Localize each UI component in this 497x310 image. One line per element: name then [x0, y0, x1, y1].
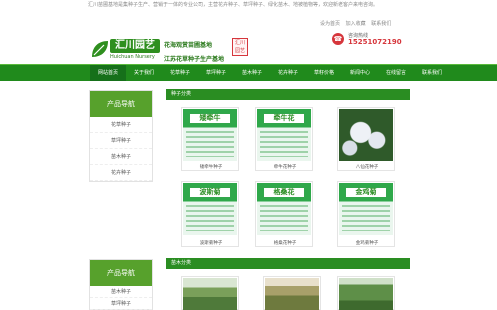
product-caption[interactable]: 金鸡菊种子	[338, 240, 396, 246]
product-card[interactable]: 波斯菊 波斯菊种子	[181, 181, 239, 247]
product-caption[interactable]: 矮牵牛种子	[182, 164, 240, 170]
logo-tagline: 江苏花草种子生产基地	[164, 56, 225, 63]
tree-image	[265, 278, 319, 310]
product-caption[interactable]: 格桑花种子	[256, 240, 314, 246]
nav-item-contact[interactable]: 联系我们	[414, 65, 450, 81]
product-card[interactable]: 八仙花种子	[337, 107, 395, 171]
nav-item-message[interactable]: 在线留言	[378, 65, 414, 81]
tree-card[interactable]	[263, 276, 321, 310]
product-image: 牵牛花	[257, 109, 311, 161]
top-link-home[interactable]: 设为首页	[320, 21, 340, 27]
sidebar-product-nav: 产品导航 花草种子 草坪种子 苗木种子 花卉种子	[89, 90, 153, 182]
product-image: 金鸡菊	[339, 183, 393, 235]
tree-card[interactable]	[337, 276, 395, 310]
nav-item-home[interactable]: 网站首页	[90, 65, 126, 81]
product-image: 矮牵牛	[183, 109, 237, 161]
tree-image	[339, 278, 393, 310]
sidebar-item[interactable]: 花草种子	[90, 117, 152, 133]
intro-text: 汇川苗圃基地是集种子生产、营销于一体的专业公司，主营花卉种子、草坪种子、绿化苗木…	[88, 2, 379, 8]
main-content: 种子分类	[166, 89, 410, 100]
product-image	[339, 109, 393, 161]
logo-slogan: 花海观赏苗圃基地	[164, 42, 213, 49]
sidebar-item[interactable]: 苗木种子	[90, 286, 152, 298]
product-card[interactable]: 矮牵牛 矮牵牛种子	[181, 107, 239, 171]
sidebar-item[interactable]: 苗木种子	[90, 149, 152, 165]
nav-item-lawn[interactable]: 草坪种子	[198, 65, 234, 81]
nav-item-price[interactable]: 草籽价格	[306, 65, 342, 81]
tree-card[interactable]	[181, 276, 239, 310]
product-caption[interactable]: 八仙花种子	[338, 164, 396, 170]
top-link-contact[interactable]: 联系我们	[371, 21, 391, 27]
tree-image	[183, 278, 237, 310]
site-logo[interactable]: 汇川园艺 花海观赏苗圃基地 Huichuan Nursery 江苏花草种子生产基…	[88, 35, 248, 65]
product-image: 波斯菊	[183, 183, 237, 235]
phone-icon: ☎	[332, 33, 344, 45]
nav-item-news[interactable]: 新闻中心	[342, 65, 378, 81]
product-card[interactable]: 金鸡菊 金鸡菊种子	[337, 181, 395, 247]
sidebar-product-nav-2: 产品导航 苗木种子 草坪种子	[89, 259, 153, 310]
product-tag: 牵牛花	[263, 113, 305, 124]
nav-item-flower-grass[interactable]: 花草种子	[162, 65, 198, 81]
product-tag: 金鸡菊	[345, 187, 387, 198]
section-title-nursery: 苗木分类	[166, 258, 410, 269]
main-nav: 网站首页 关于我们 花草种子 草坪种子 苗木种子 花卉种子 草籽价格 新闻中心 …	[0, 64, 497, 81]
sidebar-item[interactable]: 花卉种子	[90, 165, 152, 181]
logo-english: Huichuan Nursery	[110, 54, 155, 60]
nav-item-flower[interactable]: 花卉种子	[270, 65, 306, 81]
seal-stamp: 汇川园艺	[232, 38, 248, 56]
sidebar-heading: 产品导航	[90, 260, 152, 286]
section-title-seeds: 种子分类	[166, 89, 410, 100]
product-caption[interactable]: 牵牛花种子	[256, 164, 314, 170]
product-image: 格桑花	[257, 183, 311, 235]
nav-item-nursery[interactable]: 苗木种子	[234, 65, 270, 81]
sidebar-item[interactable]: 草坪种子	[90, 133, 152, 149]
nav-item-about[interactable]: 关于我们	[126, 65, 162, 81]
logo-name: 汇川园艺	[110, 39, 160, 53]
top-links: 设为首页 加入收藏 联系我们	[320, 20, 395, 27]
product-tag: 波斯菊	[189, 187, 231, 198]
product-tag: 格桑花	[263, 187, 305, 198]
product-card[interactable]: 牵牛花 牵牛花种子	[255, 107, 313, 171]
sidebar-heading: 产品导航	[90, 91, 152, 117]
product-caption[interactable]: 波斯菊种子	[182, 240, 240, 246]
phone-number[interactable]: 15251072190	[348, 38, 402, 46]
leaf-icon	[92, 41, 108, 57]
sidebar-item[interactable]: 草坪种子	[90, 298, 152, 310]
product-card[interactable]: 格桑花 格桑花种子	[255, 181, 313, 247]
product-tag: 矮牵牛	[189, 113, 231, 124]
top-link-favorite[interactable]: 加入收藏	[346, 21, 366, 27]
